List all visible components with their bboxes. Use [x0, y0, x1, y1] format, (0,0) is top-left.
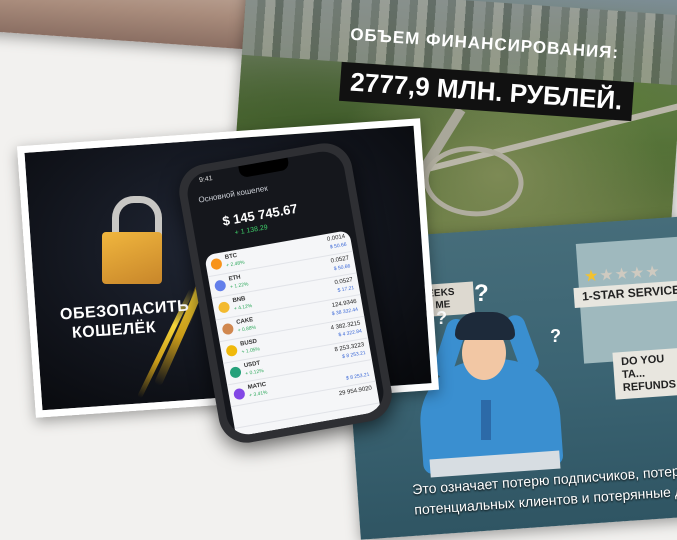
- sign-refunds: DO YOU TA... REFUNDS: [612, 347, 677, 400]
- coin-icon: [217, 301, 231, 314]
- coin-icon: [221, 322, 235, 336]
- coin-list: BTC + 2.48% 0.0014 $ 50.66 ETH + 1.22% 0.0527 $…: [204, 230, 381, 437]
- coin-change: + 0.12%: [244, 368, 265, 378]
- coin-icon: [229, 366, 242, 379]
- coin-usd-value: $ 4 322.84: [338, 328, 363, 339]
- coin-change: + 2.48%: [225, 259, 246, 269]
- padlock-body: [102, 232, 162, 284]
- coin-icon: [210, 257, 223, 271]
- coin-change: + 4.12%: [233, 303, 253, 313]
- balance-delta: + 1 138.29: [234, 224, 269, 237]
- coin-usd-value: $ 8 253.21: [341, 350, 367, 361]
- road-interchange: [421, 142, 526, 220]
- phone-screen: 9:41 Основной кошелек $ 145 745.67 + 1 1…: [184, 148, 387, 438]
- footer-value: 29 954.9020: [338, 385, 373, 398]
- character-tie: [481, 400, 491, 440]
- coin-change: + 1.05%: [241, 346, 261, 356]
- character-hair: [455, 312, 515, 340]
- wallet-name: Основной кошелек: [197, 183, 269, 205]
- question-mark-icon: ?: [550, 326, 561, 346]
- coin-icon: [232, 387, 246, 401]
- question-mark-icon: ?: [474, 280, 489, 307]
- question-mark-icon: ?: [436, 308, 447, 328]
- coin-usd-value: $ 8 253.21: [345, 371, 370, 382]
- coin-usd-value: $ 17.21: [337, 285, 355, 294]
- photo-card-fragment: [0, 0, 253, 50]
- phone-notch: [238, 157, 290, 179]
- coin-symbol: BTC: [224, 252, 238, 261]
- status-time: 9:41: [198, 174, 214, 185]
- coin-icon: [213, 279, 227, 293]
- coin-usd-value: $ 50.66: [333, 263, 351, 273]
- coin-icon: [225, 344, 239, 358]
- coin-change: + 0.88%: [237, 324, 257, 334]
- coin-usd-value: $ 50.66: [329, 241, 348, 251]
- coin-change: + 3.41%: [248, 389, 269, 399]
- coin-symbol: BNB: [232, 296, 246, 305]
- coin-symbol: ETH: [228, 274, 242, 283]
- coin-change: + 1.22%: [229, 281, 249, 291]
